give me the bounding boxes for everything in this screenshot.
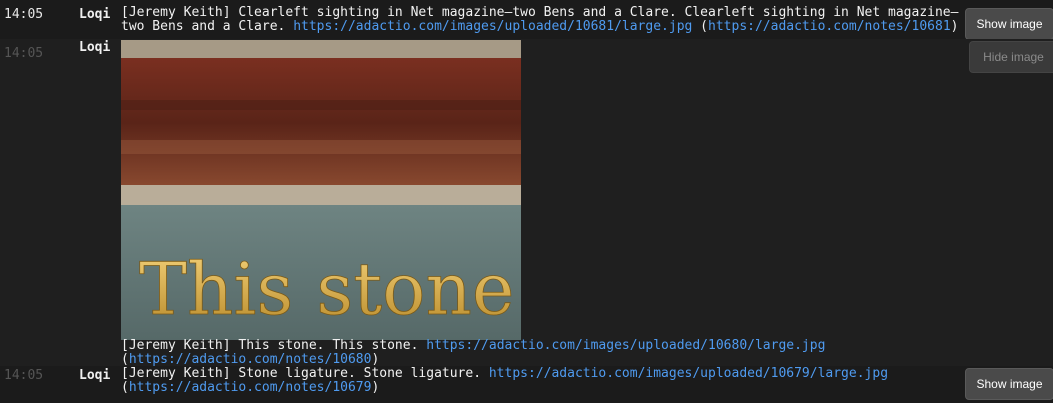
nickname: Loqi xyxy=(79,368,111,383)
message-line: [Jeremy Keith] Stone ligature. Stone lig… xyxy=(121,367,888,381)
image-link[interactable]: https://adactio.com/images/uploaded/1068… xyxy=(293,19,692,34)
hide-image-button[interactable]: Hide image xyxy=(969,41,1053,73)
timestamp: 14:05 xyxy=(4,46,44,61)
message-line: [Jeremy Keith] This stone. This stone. h… xyxy=(121,339,825,353)
note-link[interactable]: https://adactio.com/notes/10679 xyxy=(129,380,372,395)
log-row: 14:05 Loqi [Jeremy Keith] Clearleft sigh… xyxy=(0,0,1053,40)
image-link[interactable]: https://adactio.com/images/uploaded/1068… xyxy=(426,338,825,353)
paren: ) xyxy=(950,19,959,34)
nickname: Loqi xyxy=(79,7,111,22)
message-text-part: [Jeremy Keith] Stone ligature. Stone lig… xyxy=(121,366,489,381)
message-line: (https://adactio.com/notes/10680) xyxy=(121,353,825,367)
mortar-top xyxy=(121,40,521,60)
message-line: (https://adactio.com/notes/10679) xyxy=(121,381,888,395)
paren: ( xyxy=(121,352,129,367)
message-text-part: two Bens and a Clare. xyxy=(121,19,294,34)
embedded-photo: This stone xyxy=(121,40,521,340)
show-image-button[interactable]: Show image xyxy=(965,8,1053,40)
brick xyxy=(121,58,521,188)
paren: ) xyxy=(371,380,380,395)
paren: ( xyxy=(692,19,709,34)
message-text-part: [Jeremy Keith] This stone. This stone. xyxy=(121,338,427,353)
timestamp: 14:05 xyxy=(4,7,44,22)
note-link[interactable]: https://adactio.com/notes/10681 xyxy=(708,19,951,34)
message-line: two Bens and a Clare. https://adactio.co… xyxy=(121,20,958,34)
show-image-button[interactable]: Show image xyxy=(965,368,1053,400)
note-link[interactable]: https://adactio.com/notes/10680 xyxy=(129,352,372,367)
message-text: [Jeremy Keith] Stone ligature. Stone lig… xyxy=(121,367,888,395)
carved-text: This stone xyxy=(139,247,514,331)
timestamp: 14:05 xyxy=(4,368,44,383)
image-link[interactable]: https://adactio.com/images/uploaded/1067… xyxy=(489,366,888,381)
log-row: 14:05 Loqi [Jeremy Keith] Stone ligature… xyxy=(0,366,1053,403)
paren: ( xyxy=(121,380,129,395)
message-text: [Jeremy Keith] This stone. This stone. h… xyxy=(121,339,825,367)
nickname: Loqi xyxy=(79,40,111,55)
message-text: [Jeremy Keith] Clearleft sighting in Net… xyxy=(121,6,958,34)
message-line: [Jeremy Keith] Clearleft sighting in Net… xyxy=(121,5,959,20)
paren: ) xyxy=(371,352,380,367)
mortar-bottom xyxy=(121,185,521,207)
